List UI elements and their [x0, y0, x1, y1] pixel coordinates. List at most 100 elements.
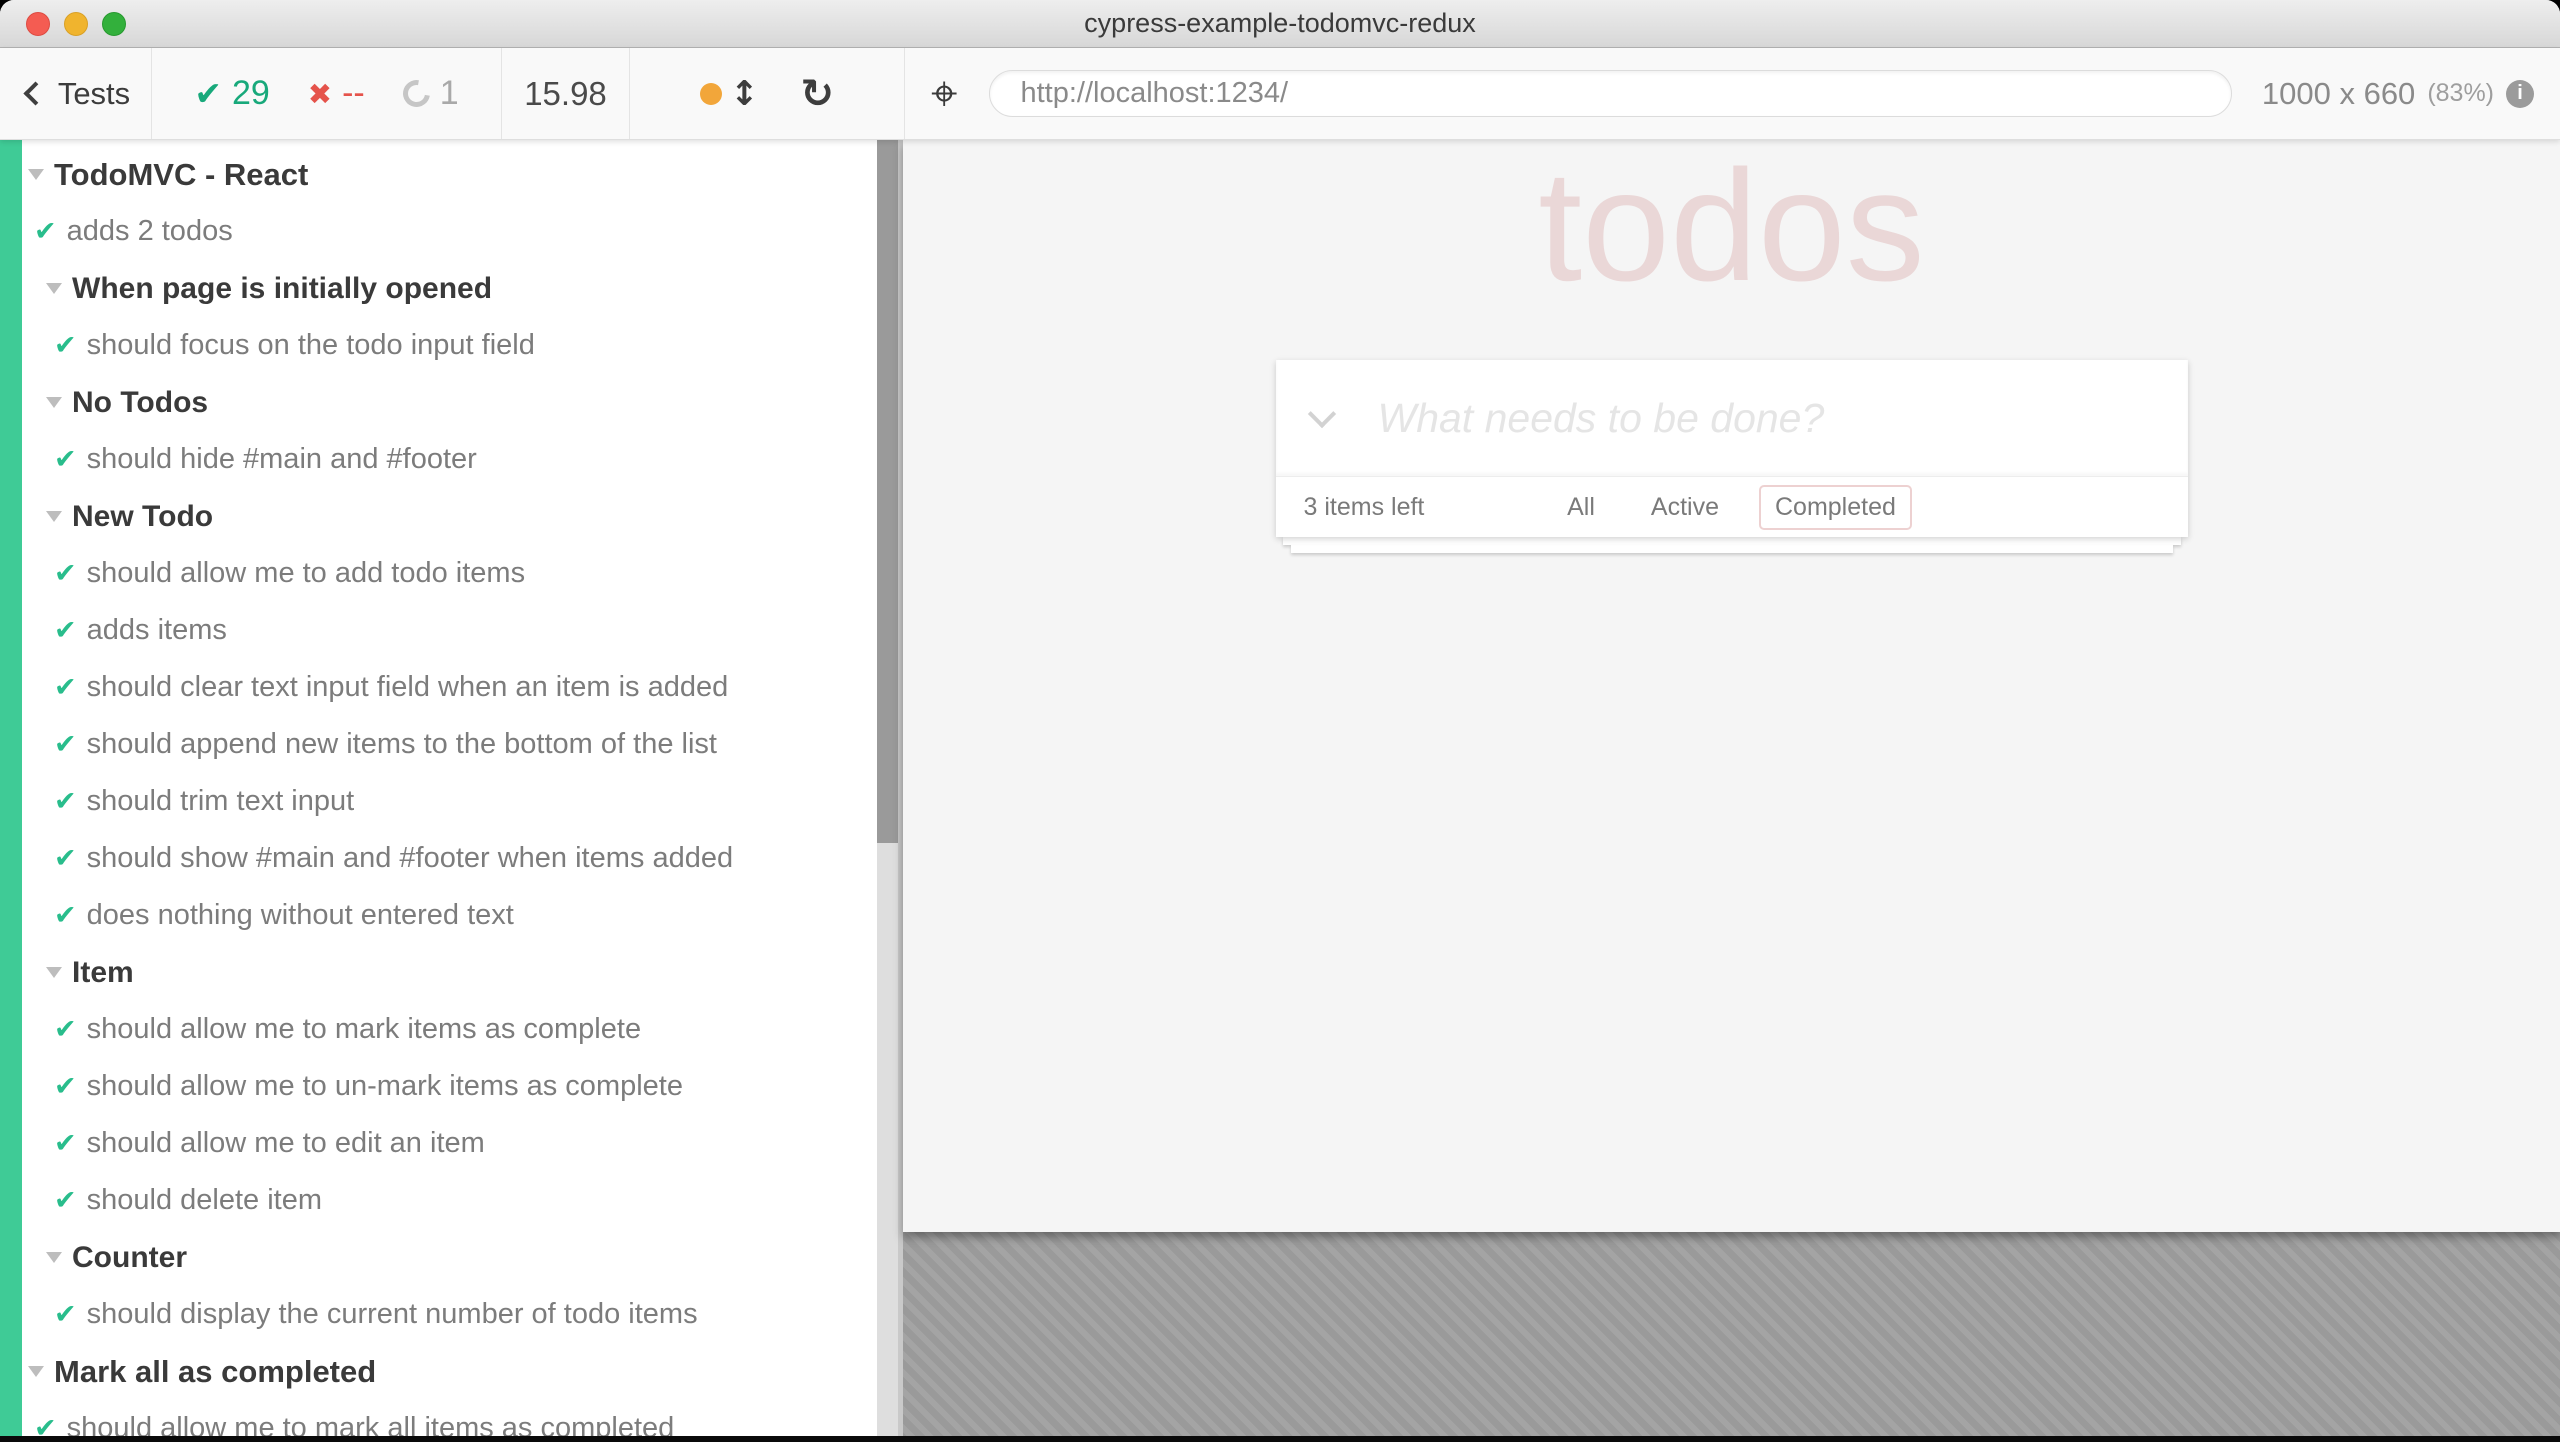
pending-count: 1	[440, 74, 459, 113]
pending-circle-icon	[397, 75, 435, 113]
up-down-arrow-icon: ↕	[730, 74, 759, 114]
test-title: should delete item	[87, 1184, 322, 1217]
close-button[interactable]	[26, 12, 50, 36]
caret-down-icon[interactable]	[46, 283, 62, 294]
suite-title: New Todo	[72, 500, 213, 534]
aut-viewport: todos 3 items left All Active Completed	[903, 140, 2560, 1232]
check-icon: ✔	[34, 216, 57, 247]
outside-viewport-stripes	[903, 1232, 2560, 1442]
aut-pane: todos 3 items left All Active Completed	[903, 140, 2560, 1442]
pass-state-strip	[0, 140, 22, 1442]
check-icon: ✔	[54, 672, 77, 703]
test-title: should allow me to un-mark items as comp…	[87, 1070, 683, 1103]
stacked-sheet	[1283, 537, 2181, 545]
caret-down-icon[interactable]	[28, 169, 44, 180]
test-row[interactable]: ✔ should allow me to edit an item	[22, 1115, 877, 1172]
aut-toolbar: ⌖ 1000 x 660 (83%) i	[905, 48, 2560, 139]
test-row[interactable]: ✔ should allow me to un-mark items as co…	[22, 1058, 877, 1115]
test-row[interactable]: ✔ adds 2 todos	[22, 203, 877, 260]
caret-down-icon[interactable]	[46, 511, 62, 522]
new-todo-row	[1276, 360, 2188, 476]
test-row[interactable]: ✔ should append new items to the bottom …	[22, 716, 877, 773]
test-row[interactable]: ✔ should show #main and #footer when ite…	[22, 830, 877, 887]
todo-card: 3 items left All Active Completed	[1276, 360, 2188, 537]
window-bottom-edge	[0, 1436, 2560, 1442]
suite-row[interactable]: TodoMVC - React	[22, 146, 877, 203]
test-title: adds items	[87, 614, 227, 647]
suite-row[interactable]: Mark all as completed	[22, 1343, 877, 1400]
suite-row[interactable]: Item	[22, 944, 877, 1001]
test-title: should allow me to edit an item	[87, 1127, 485, 1160]
auto-scale-indicator[interactable]: ↕	[700, 74, 759, 114]
suite-title: Mark all as completed	[54, 1354, 376, 1390]
test-row[interactable]: ✔ adds items	[22, 602, 877, 659]
test-row[interactable]: ✔ should clear text input field when an …	[22, 659, 877, 716]
reporter-pane: TodoMVC - React ✔ adds 2 todos When page…	[0, 140, 877, 1442]
info-icon[interactable]: i	[2506, 80, 2534, 108]
caret-down-icon[interactable]	[46, 397, 62, 408]
zoom-button[interactable]	[102, 12, 126, 36]
todomvc-app: todos 3 items left All Active Completed	[1276, 140, 2188, 553]
suite-row[interactable]: When page is initially opened	[22, 260, 877, 317]
test-row[interactable]: ✔ should hide #main and #footer	[22, 431, 877, 488]
new-todo-input[interactable]	[1378, 395, 2188, 442]
test-row[interactable]: ✔ should trim text input	[22, 773, 877, 830]
check-icon: ✔	[54, 1071, 77, 1102]
test-row[interactable]: ✔ should display the current number of t…	[22, 1286, 877, 1343]
test-title: should hide #main and #footer	[87, 443, 477, 476]
passed-count: 29	[232, 74, 270, 113]
check-icon: ✔	[194, 74, 222, 113]
minimize-button[interactable]	[64, 12, 88, 36]
suite-row[interactable]: Counter	[22, 1229, 877, 1286]
chevron-left-icon	[23, 81, 47, 105]
check-icon: ✔	[54, 843, 77, 874]
caret-down-icon[interactable]	[28, 1366, 44, 1377]
back-to-tests-button[interactable]: Tests	[0, 48, 152, 139]
test-title: adds 2 todos	[67, 215, 233, 248]
todos-heading: todos	[1276, 140, 2188, 312]
caret-down-icon[interactable]	[46, 967, 62, 978]
test-row[interactable]: ✔ should allow me to mark items as compl…	[22, 1001, 877, 1058]
suite-title: No Todos	[72, 386, 208, 420]
test-title: does nothing without entered text	[87, 899, 514, 932]
refresh-icon[interactable]: ↻	[800, 74, 834, 114]
stacked-sheet	[1291, 545, 2173, 553]
viewport-size: 1000 x 660	[2262, 76, 2415, 112]
reporter-scrollbar[interactable]	[877, 140, 903, 1442]
main-content: TodoMVC - React ✔ adds 2 todos When page…	[0, 140, 2560, 1442]
suite-title: Counter	[72, 1241, 187, 1275]
filter-list: All Active Completed	[1551, 485, 1912, 530]
test-title: should append new items to the bottom of…	[87, 728, 717, 761]
cypress-toolbar: Tests ✔ 29 ✖ -- 1 15.98 ↕ ↻ ⌖	[0, 48, 2560, 140]
test-stats: ✔ 29 ✖ -- 1	[152, 48, 502, 139]
check-icon: ✔	[54, 615, 77, 646]
check-icon: ✔	[54, 444, 77, 475]
test-row[interactable]: ✔ does nothing without entered text	[22, 887, 877, 944]
check-icon: ✔	[54, 1299, 77, 1330]
suite-row[interactable]: No Todos	[22, 374, 877, 431]
test-title: should clear text input field when an it…	[87, 671, 729, 704]
stat-pending: 1	[403, 74, 459, 113]
suite-title: Item	[72, 956, 134, 990]
failed-count: --	[342, 74, 365, 113]
filter-all[interactable]: All	[1551, 485, 1611, 530]
back-to-tests-label: Tests	[58, 76, 130, 112]
filter-completed[interactable]: Completed	[1759, 485, 1912, 530]
check-icon: ✔	[54, 330, 77, 361]
suite-row[interactable]: New Todo	[22, 488, 877, 545]
check-icon: ✔	[54, 900, 77, 931]
toggle-all-chevron-icon[interactable]	[1307, 400, 1335, 428]
test-row[interactable]: ✔ should focus on the todo input field	[22, 317, 877, 374]
test-row[interactable]: ✔ should allow me to add todo items	[22, 545, 877, 602]
filter-active[interactable]: Active	[1635, 485, 1735, 530]
selector-playground-icon[interactable]: ⌖	[931, 70, 957, 117]
scrollbar-thumb[interactable]	[877, 140, 898, 843]
test-title: should show #main and #footer when items…	[87, 842, 733, 875]
traffic-lights	[26, 12, 126, 36]
suite-title: TodoMVC - React	[54, 157, 308, 193]
test-row[interactable]: ✔ should delete item	[22, 1172, 877, 1229]
url-input[interactable]	[989, 70, 2231, 117]
caret-down-icon[interactable]	[46, 1252, 62, 1263]
check-icon: ✔	[54, 558, 77, 589]
stat-passed: ✔ 29	[194, 74, 269, 113]
